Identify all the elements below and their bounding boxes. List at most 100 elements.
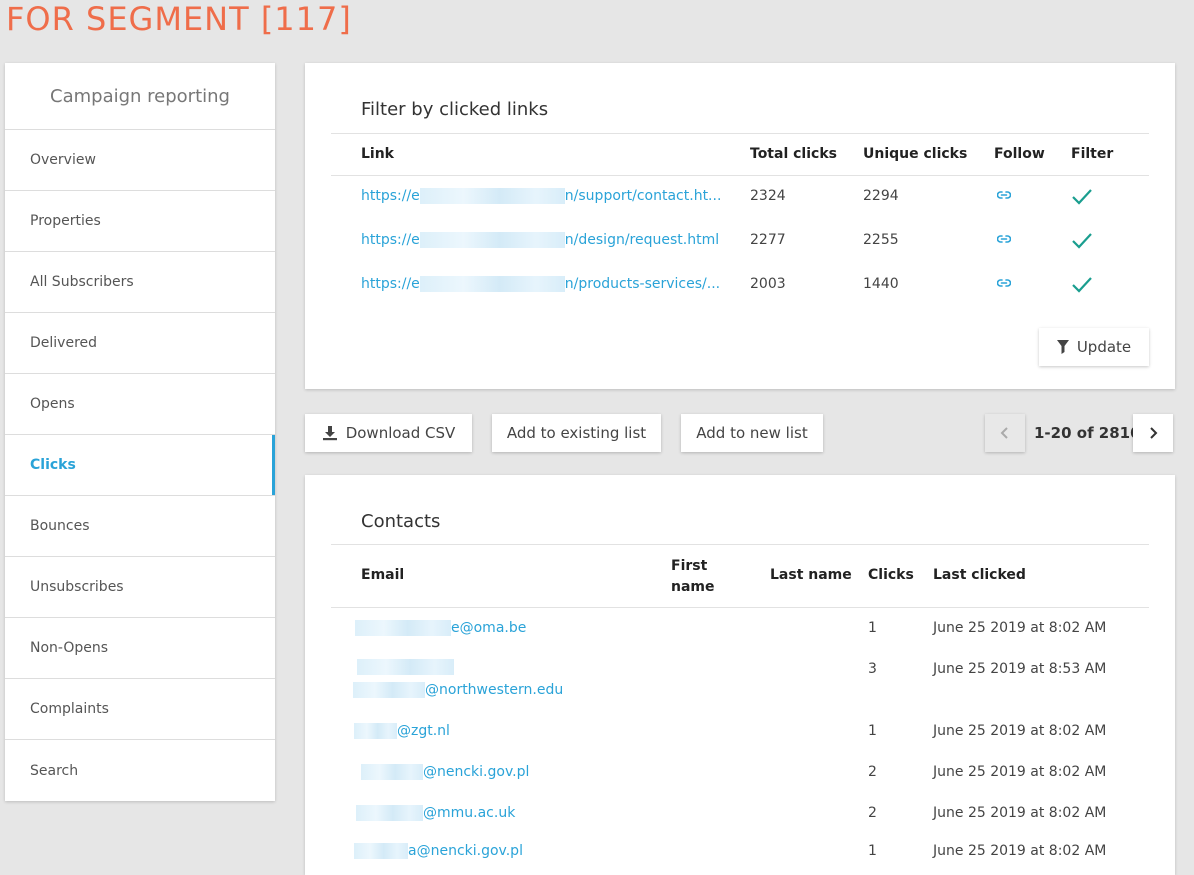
sidebar: Campaign reporting Overview Properties A… [5, 63, 275, 801]
redacted-text [354, 843, 408, 859]
col-header-link: Link [361, 146, 394, 162]
sidebar-item-overview[interactable]: Overview [5, 130, 275, 191]
contact-email[interactable]: @nencki.gov.pl [361, 764, 529, 780]
col-header-filter: Filter [1071, 146, 1114, 162]
contact-email-domain: e@oma.be [451, 620, 527, 636]
unique-clicks-value: 2294 [863, 188, 899, 204]
col-header-email: Email [361, 567, 405, 583]
filter-icon [1056, 340, 1069, 354]
chevron-left-icon [1000, 427, 1008, 439]
sidebar-item-search[interactable]: Search [5, 740, 275, 801]
sidebar-item-non-opens[interactable]: Non-Opens [5, 618, 275, 679]
redacted-text [419, 232, 565, 248]
sidebar-header: Campaign reporting [5, 63, 275, 130]
contact-email-domain: @mmu.ac.uk [423, 805, 516, 821]
unique-clicks-value: 1440 [863, 276, 899, 292]
contact-email-domain: @zgt.nl [397, 723, 450, 739]
contact-last-clicked: June 25 2019 at 8:02 AM [933, 723, 1107, 739]
redacted-text [357, 659, 454, 675]
filter-card: Filter by clicked links Link Total click… [305, 63, 1175, 389]
filter-card-title: Filter by clicked links [361, 99, 549, 120]
link-icon[interactable] [997, 233, 1011, 245]
link-url-suffix: n/support/contact.ht... [564, 188, 722, 204]
col-header-follow: Follow [994, 146, 1045, 162]
redacted-text [354, 723, 397, 739]
filter-header-divider-top [331, 133, 1149, 134]
check-icon[interactable] [1071, 276, 1093, 294]
col-header-last-clicked: Last clicked [933, 567, 1026, 583]
contact-last-clicked: June 25 2019 at 8:02 AM [933, 764, 1107, 780]
sidebar-item-unsubscribes[interactable]: Unsubscribes [5, 557, 275, 618]
link-url-prefix: https://e [361, 188, 420, 204]
col-header-first-name: First name [671, 558, 715, 595]
contact-email-domain: a@nencki.gov.pl [408, 843, 523, 859]
check-icon[interactable] [1071, 188, 1093, 206]
add-to-existing-list-button[interactable]: Add to existing list [492, 414, 661, 452]
next-page-button[interactable] [1133, 414, 1173, 452]
redacted-text-line [357, 659, 454, 675]
update-button-label: Update [1076, 338, 1132, 356]
update-button[interactable]: Update [1039, 328, 1149, 366]
redacted-text [355, 620, 451, 636]
col-header-clicks: Clicks [868, 567, 914, 583]
sidebar-item-all-subscribers[interactable]: All Subscribers [5, 252, 275, 313]
redacted-text [356, 805, 423, 821]
col-header-total-clicks: Total clicks [750, 146, 837, 162]
prev-page-button[interactable] [985, 414, 1025, 452]
contact-last-clicked: June 25 2019 at 8:02 AM [933, 843, 1107, 859]
contact-last-clicked: June 25 2019 at 8:02 AM [933, 805, 1107, 821]
download-csv-label: Download CSV [345, 424, 456, 442]
link-icon[interactable] [997, 189, 1011, 201]
contact-last-clicked: June 25 2019 at 8:53 AM [933, 661, 1107, 677]
contacts-card-title: Contacts [361, 511, 441, 532]
contact-clicks: 1 [868, 843, 877, 859]
contact-last-clicked: June 25 2019 at 8:02 AM [933, 620, 1107, 636]
sidebar-item-opens[interactable]: Opens [5, 374, 275, 435]
link-url-suffix: n/design/request.html [564, 232, 720, 248]
unique-clicks-value: 2255 [863, 232, 899, 248]
contacts-card: Contacts Email First name Last name Clic… [305, 475, 1175, 875]
download-icon [322, 426, 337, 441]
contact-email-domain: @northwestern.edu [425, 682, 564, 698]
link-url[interactable]: https://e n/products-services/... [361, 276, 720, 292]
contact-email[interactable]: @mmu.ac.uk [356, 805, 515, 821]
link-url-prefix: https://e [361, 276, 420, 292]
link-url[interactable]: https://e n/support/contact.ht... [361, 188, 721, 204]
link-url-prefix: https://e [361, 232, 420, 248]
redacted-text [361, 764, 423, 780]
contacts-header-divider-top [331, 544, 1149, 545]
total-clicks-value: 2003 [750, 276, 786, 292]
sidebar-item-clicks[interactable]: Clicks [5, 435, 275, 496]
contact-clicks: 3 [868, 661, 877, 677]
total-clicks-value: 2324 [750, 188, 786, 204]
link-url-suffix: n/products-services/... [564, 276, 721, 292]
pagination-info: 1-20 of 2810 [1034, 424, 1141, 442]
redacted-text [419, 188, 565, 204]
sidebar-item-bounces[interactable]: Bounces [5, 496, 275, 557]
col-header-unique-clicks: Unique clicks [863, 146, 968, 162]
total-clicks-value: 2277 [750, 232, 786, 248]
contact-clicks: 2 [868, 764, 877, 780]
sidebar-item-complaints[interactable]: Complaints [5, 679, 275, 740]
contact-clicks: 1 [868, 723, 877, 739]
redacted-text [353, 682, 425, 698]
col-header-last-name: Last name [770, 567, 852, 583]
contact-clicks: 1 [868, 620, 877, 636]
contact-email[interactable]: a@nencki.gov.pl [354, 843, 523, 859]
link-url[interactable]: https://e n/design/request.html [361, 232, 719, 248]
contact-email-domain: @nencki.gov.pl [423, 764, 530, 780]
add-to-new-list-button[interactable]: Add to new list [681, 414, 823, 452]
check-icon[interactable] [1071, 232, 1093, 250]
filter-header-divider-bottom [331, 175, 1149, 176]
contact-email[interactable]: e@oma.be [355, 620, 526, 636]
download-csv-button[interactable]: Download CSV [305, 414, 472, 452]
contact-email[interactable]: @zgt.nl [354, 723, 450, 739]
contact-email[interactable]: @northwestern.edu [353, 682, 563, 698]
sidebar-item-properties[interactable]: Properties [5, 191, 275, 252]
sidebar-item-delivered[interactable]: Delivered [5, 313, 275, 374]
link-icon[interactable] [997, 277, 1011, 289]
redacted-text [419, 276, 565, 292]
chevron-right-icon [1150, 427, 1158, 439]
page-title: FOR SEGMENT [117] [6, 0, 352, 38]
contact-clicks: 2 [868, 805, 877, 821]
